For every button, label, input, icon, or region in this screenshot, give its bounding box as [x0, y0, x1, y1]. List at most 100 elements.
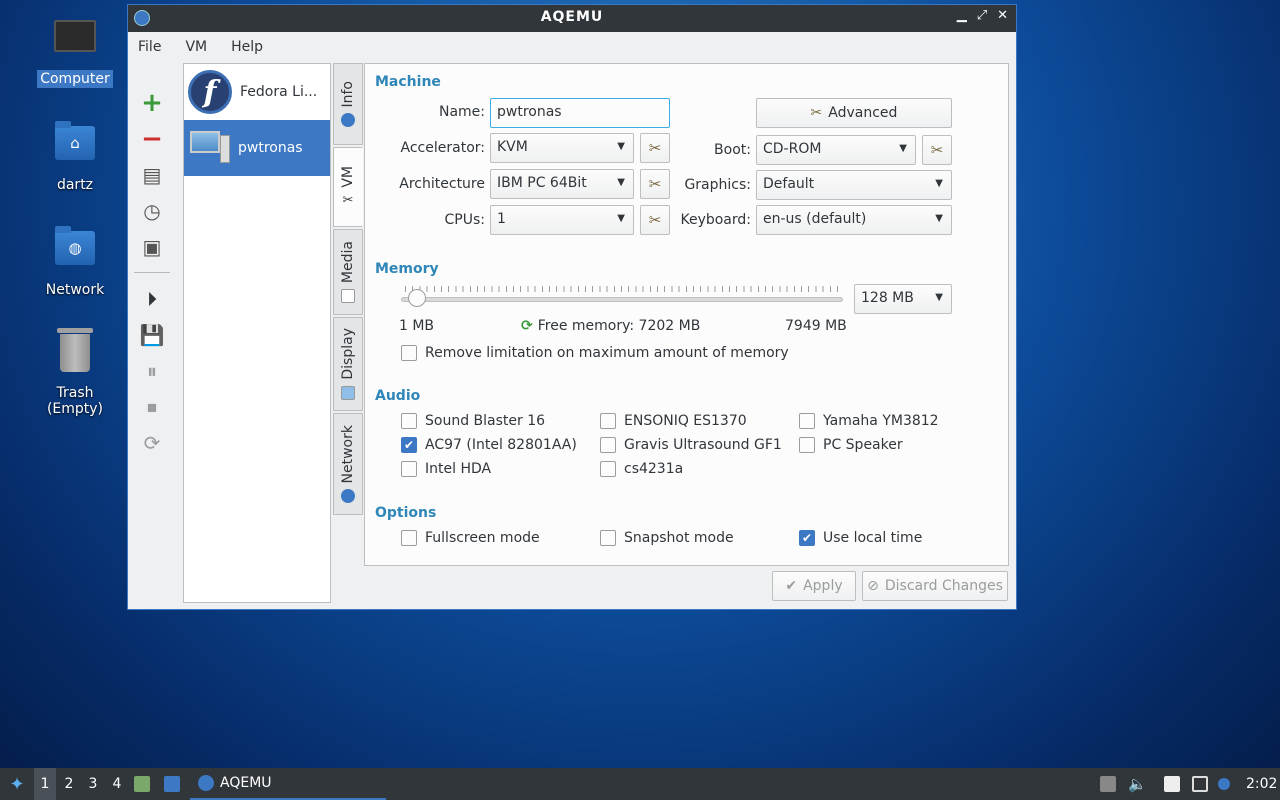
pause-icon[interactable]: ⏸	[134, 353, 170, 389]
advanced-button[interactable]: ✂ Advanced	[756, 98, 952, 128]
checkbox-box[interactable]	[401, 530, 417, 546]
slider-track	[401, 297, 843, 302]
vm-list-item-pwtronas[interactable]: pwtronas	[184, 120, 330, 176]
stop-icon[interactable]: ⏹	[134, 389, 170, 425]
start-vm-icon[interactable]: ⏵	[134, 281, 170, 317]
tab-info[interactable]: Info	[333, 63, 363, 145]
memory-size-select[interactable]: 128 MB ▼	[854, 284, 952, 314]
add-vm-icon[interactable]: +	[134, 85, 170, 121]
checkbox-label: Yamaha YM3812	[823, 413, 939, 429]
tab-label: Info	[340, 80, 356, 108]
checkbox-box[interactable]	[600, 461, 616, 477]
audio-checkbox[interactable]: Gravis Ultrasound GF1	[600, 437, 782, 453]
checkbox-box[interactable]	[401, 345, 417, 361]
checkbox-box[interactable]	[600, 437, 616, 453]
tab-media[interactable]: Media	[333, 229, 363, 315]
option-checkbox[interactable]: Fullscreen mode	[401, 530, 540, 546]
workspace-4[interactable]: 4	[106, 768, 128, 800]
tab-display[interactable]: Display	[333, 317, 363, 411]
remove-memory-limit-checkbox[interactable]: Remove limitation on maximum amount of m…	[401, 345, 789, 361]
audio-checkbox[interactable]: ENSONIQ ES1370	[600, 413, 747, 429]
minimize-icon[interactable]: ▁	[957, 8, 967, 23]
slider-handle[interactable]	[407, 289, 426, 307]
audio-checkbox[interactable]: Yamaha YM3812	[799, 413, 939, 429]
delete-vm-icon[interactable]: −	[134, 121, 170, 157]
menu-help[interactable]: Help	[231, 39, 263, 55]
maximize-icon[interactable]: ⤢	[977, 8, 987, 23]
refresh-icon[interactable]: ⟳	[521, 318, 533, 334]
checkbox-box[interactable]	[401, 461, 417, 477]
audio-checkbox[interactable]: ✔ AC97 (Intel 82801AA)	[401, 437, 577, 453]
network-folder-icon: ◍	[53, 226, 97, 275]
window-titlebar[interactable]: AQEMU ▁ ⤢ ✕	[128, 5, 1016, 32]
audio-checkbox[interactable]: Sound Blaster 16	[401, 413, 545, 429]
accelerator-select[interactable]: KVM ▼	[490, 133, 634, 163]
clock-icon[interactable]: ◷	[134, 193, 170, 229]
audio-checkbox[interactable]: cs4231a	[600, 461, 683, 477]
tools-icon: ✂	[342, 193, 354, 209]
option-checkbox[interactable]: Snapshot mode	[600, 530, 734, 546]
checkbox-box[interactable]: ✔	[799, 530, 815, 546]
audio-checkbox[interactable]: PC Speaker	[799, 437, 903, 453]
checkbox-box[interactable]	[799, 437, 815, 453]
checkbox-label: PC Speaker	[823, 437, 903, 453]
chevron-down-icon: ▼	[935, 292, 943, 303]
graphics-select[interactable]: Default ▼	[756, 170, 952, 200]
workspace-1[interactable]: 1	[34, 768, 56, 800]
name-input[interactable]: pwtronas	[490, 98, 670, 128]
network-status-icon[interactable]	[1192, 768, 1208, 800]
home-folder-icon: ⌂	[53, 121, 97, 170]
volume-icon[interactable]: 🔈	[1128, 768, 1147, 800]
tab-label: Media	[340, 240, 356, 284]
terminal-icon[interactable]: ▣	[134, 229, 170, 265]
checkbox-box[interactable]	[600, 413, 616, 429]
graphics-label: Graphics:	[684, 177, 751, 193]
file-manager-icon[interactable]	[134, 768, 150, 800]
memory-slider[interactable]	[401, 286, 843, 307]
battery-icon[interactable]	[1100, 768, 1116, 800]
menu-vm[interactable]: VM	[185, 39, 207, 55]
workspace-2[interactable]: 2	[58, 768, 80, 800]
audio-checkbox[interactable]: Intel HDA	[401, 461, 491, 477]
disk-icon[interactable]: ▤	[134, 157, 170, 193]
checkbox-box[interactable]: ✔	[401, 437, 417, 453]
close-icon[interactable]: ✕	[997, 8, 1008, 23]
keyboard-select[interactable]: en-us (default) ▼	[756, 205, 952, 235]
info-icon	[341, 113, 355, 128]
desktop-icon-trash[interactable]: Trash (Empty)	[25, 328, 125, 418]
architecture-select[interactable]: IBM PC 64Bit ▼	[490, 169, 634, 199]
apply-button[interactable]: ✔ Apply	[772, 571, 856, 601]
cpus-select[interactable]: 1 ▼	[490, 205, 634, 235]
notification-icon[interactable]	[1218, 768, 1230, 800]
vm-list-item-fedora[interactable]: f Fedora Li...	[184, 64, 330, 120]
discard-changes-button[interactable]: ⊘ Discard Changes	[862, 571, 1008, 601]
boot-settings-button[interactable]: ✂	[922, 135, 952, 165]
checkbox-box[interactable]	[799, 413, 815, 429]
workspace-3[interactable]: 3	[82, 768, 104, 800]
boot-select[interactable]: CD-ROM ▼	[756, 135, 916, 165]
clock[interactable]: 2:02	[1246, 768, 1277, 800]
computer-icon	[53, 20, 97, 64]
save-state-icon[interactable]: 💾	[134, 317, 170, 353]
desktop-icon-network[interactable]: ◍ Network	[25, 225, 125, 299]
computer-icon	[188, 129, 230, 167]
desktop-icon-computer[interactable]: Computer	[25, 14, 125, 88]
desktop-icon-dartz[interactable]: ⌂ dartz	[25, 120, 125, 194]
clipboard-icon[interactable]	[1164, 768, 1180, 800]
checkbox-box[interactable]	[401, 413, 417, 429]
tab-vm[interactable]: VM ✂	[333, 147, 363, 227]
option-checkbox[interactable]: ✔ Use local time	[799, 530, 922, 546]
show-desktop-icon[interactable]	[164, 768, 180, 800]
graphics-value: Default	[763, 176, 815, 192]
taskbar-item-aqemu[interactable]: AQEMU	[190, 768, 386, 800]
menu-file[interactable]: File	[138, 39, 161, 55]
taskbar: ✦ 1 2 3 4 AQEMU 🔈 2:02	[0, 768, 1280, 800]
checkbox-label: Intel HDA	[425, 461, 492, 477]
reset-icon[interactable]: ⟳	[134, 425, 170, 461]
checkbox-box[interactable]	[600, 530, 616, 546]
vm-list-item-label: Fedora Li...	[240, 84, 318, 100]
menubar: File VM Help	[128, 32, 1016, 62]
boot-value: CD-ROM	[763, 141, 822, 157]
tab-network[interactable]: Network	[333, 413, 363, 515]
app-menu-icon[interactable]: ✦	[6, 768, 28, 800]
